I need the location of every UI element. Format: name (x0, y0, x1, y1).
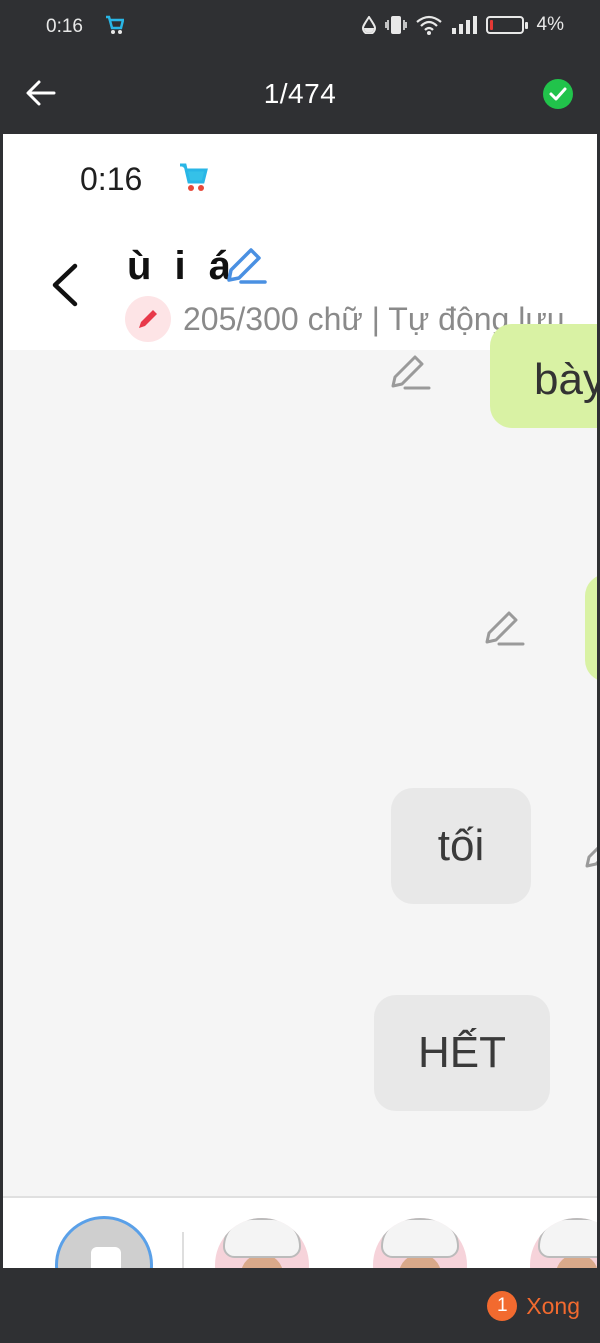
check-icon[interactable] (543, 79, 573, 109)
pencil-icon (125, 296, 171, 342)
chef-avatar (530, 1218, 597, 1268)
edit-pen-icon (585, 846, 597, 868)
footer-bar: 1 Xong (0, 1268, 600, 1343)
viewer-toolbar: 1/474 (0, 54, 600, 134)
vibrate-icon (384, 16, 407, 34)
battery-icon (485, 16, 528, 34)
screenshot-preview: 0:16 ù i á 205/300 chữ | Tự động lưu bày… (3, 134, 597, 1268)
drop-icon (361, 16, 376, 34)
message-bubble: HẾT (374, 995, 550, 1111)
menu-button (55, 1216, 153, 1268)
shopping-cart-icon (106, 15, 124, 34)
chef-avatar (373, 1218, 467, 1268)
status-bar: 0:16 4% (0, 0, 600, 54)
edit-pen-icon (227, 248, 267, 284)
shopping-cart-icon (180, 163, 208, 191)
message-bubble: tối (391, 788, 531, 904)
message-bubble (585, 574, 597, 682)
edit-pen-icon (485, 611, 525, 646)
edit-pen-icon (391, 355, 431, 390)
sticker-bar (3, 1196, 597, 1268)
signal-icon (451, 16, 477, 34)
image-counter: 1/474 (263, 78, 337, 109)
done-button[interactable]: 1 Xong (487, 1291, 580, 1321)
message-bubble: bày (490, 324, 597, 428)
preview-status-time: 0:16 (80, 161, 143, 197)
divider (182, 1232, 184, 1268)
battery-percent: 4% (536, 14, 564, 35)
status-icons: 4% (361, 14, 564, 36)
selection-count-badge: 1 (487, 1291, 518, 1321)
chat-header: 0:16 ù i á 205/300 chữ | Tự động lưu (3, 134, 597, 350)
chef-avatar (215, 1218, 309, 1268)
chevron-left-icon (52, 263, 78, 307)
done-label: Xong (526, 1292, 580, 1319)
wifi-icon (415, 15, 442, 35)
status-time: 0:16 (46, 16, 83, 37)
